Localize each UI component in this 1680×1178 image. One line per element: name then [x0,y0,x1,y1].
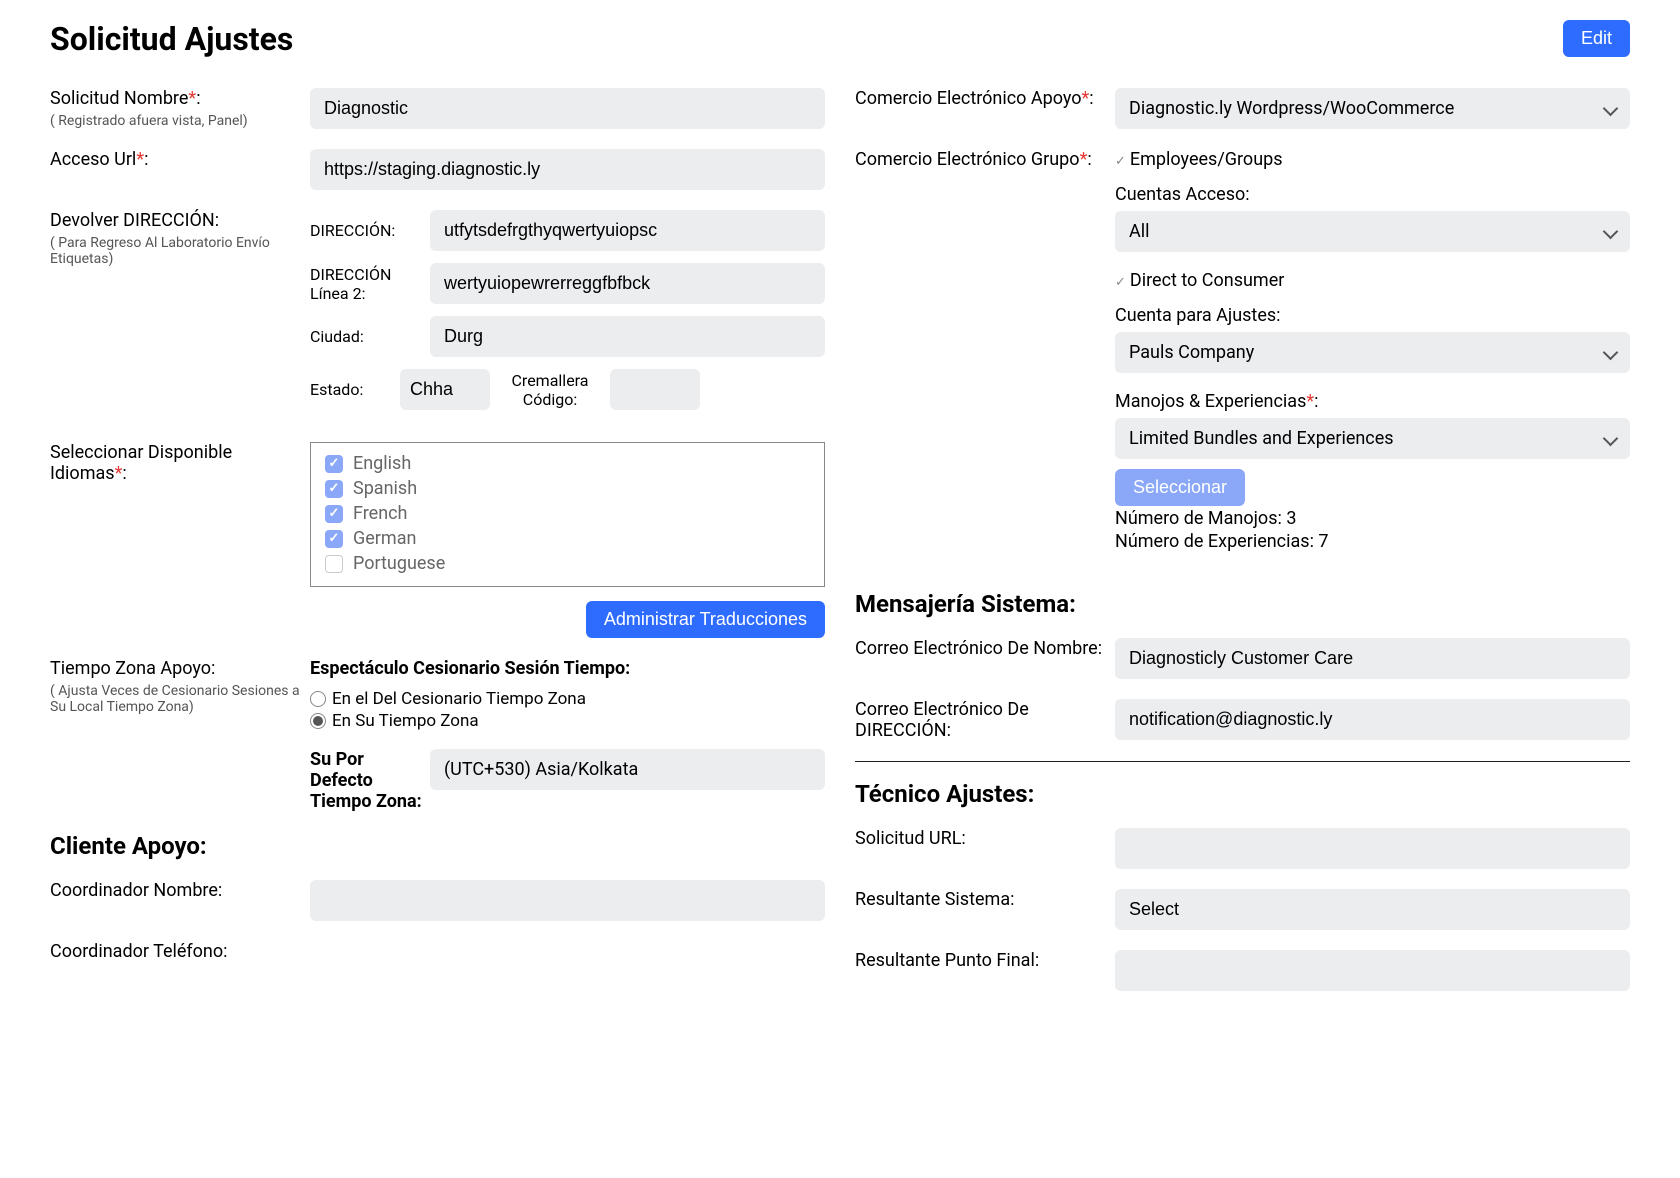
ecom-group-label: Comercio Electrónico Grupo*: [855,149,1105,170]
account-settings-label: Cuenta para Ajustes: [1115,305,1630,326]
checkbox-icon [325,530,343,548]
email-name-input[interactable] [1115,638,1630,679]
direct-to-consumer-check[interactable]: ✓Direct to Consumer [1115,270,1630,291]
show-assignee-time-heading: Espectáculo Cesionario Sesión Tiempo: [310,658,825,679]
radio-assignee-tz[interactable]: En el Del Cesionario Tiempo Zona [310,689,825,709]
checkbox-icon [325,555,343,573]
email-name-label: Correo Electrónico De Nombre: [855,638,1105,659]
manage-translations-button[interactable]: Administrar Traducciones [586,601,825,638]
accounts-access-select[interactable]: All [1115,211,1630,252]
coord-phone-label: Coordinador Teléfono: [50,941,300,962]
request-name-sub: ( Registrado afuera vista, Panel) [50,113,300,129]
ecom-support-select[interactable]: Diagnostic.ly Wordpress/WooCommerce [1115,88,1630,129]
account-settings-select[interactable]: Pauls Company [1115,332,1630,373]
chevron-down-icon [1605,342,1616,363]
resulting-endpoint-input[interactable] [1115,950,1630,991]
accounts-access-label: Cuentas Acceso: [1115,184,1630,205]
app-url-input[interactable] [1115,828,1630,869]
email-addr-input[interactable] [1115,699,1630,740]
addr1-label: DIRECCIÓN: [310,221,430,240]
checkbox-icon [325,505,343,523]
return-address-label: Devolver DIRECCIÓN: [50,210,300,231]
checkbox-icon [325,455,343,473]
city-input[interactable] [430,316,825,357]
tz-support-sub: ( Ajusta Veces de Cesionario Sesiones a … [50,683,300,715]
bundles-count: Número de Manojos: 3 [1115,508,1630,529]
return-address-sub: ( Para Regreso Al Laboratorio Envío Etiq… [50,235,300,267]
tech-settings-section: Técnico Ajustes: [855,780,1630,808]
tz-support-label: Tiempo Zona Apoyo: [50,658,300,679]
addr2-label: DIRECCIÓN Línea 2: [310,265,430,303]
radio-your-tz[interactable]: En Su Tiempo Zona [310,711,825,731]
resulting-system-input[interactable] [1115,889,1630,930]
addr2-input[interactable] [430,263,825,304]
check-icon: ✓ [1115,275,1126,290]
request-name-label: Solicitud Nombre*: [50,88,300,109]
addr1-input[interactable] [430,210,825,251]
languages-label: Seleccionar Disponible Idiomas*: [50,442,300,484]
state-label: Estado: [310,380,390,399]
city-label: Ciudad: [310,327,430,346]
access-url-label: Acceso Url*: [50,149,300,170]
app-url-label: Solicitud URL: [855,828,1105,849]
radio-icon [310,691,326,707]
zip-input[interactable] [610,369,700,410]
coord-name-label: Coordinador Nombre: [50,880,300,901]
request-name-input[interactable] [310,88,825,129]
chevron-down-icon [1605,98,1616,119]
radio-icon [310,713,326,729]
check-icon: ✓ [1115,154,1126,169]
bundles-select[interactable]: Limited Bundles and Experiences [1115,418,1630,459]
access-url-input[interactable] [310,149,825,190]
messaging-section: Mensajería Sistema: [855,590,1630,618]
lang-item-english[interactable]: English [325,453,810,474]
select-bundles-button[interactable]: Seleccionar [1115,469,1245,506]
zip-label: Cremallera Código: [500,371,600,409]
bundles-label: Manojos & Experiencias*: [1115,391,1630,412]
languages-listbox[interactable]: English Spanish French German Portuguese [310,442,825,587]
ecom-support-label: Comercio Electrónico Apoyo*: [855,88,1105,109]
lang-item-portuguese[interactable]: Portuguese [325,553,810,574]
employees-groups-check[interactable]: ✓Employees/Groups [1115,149,1630,170]
email-addr-label: Correo Electrónico De DIRECCIÓN: [855,699,1105,741]
client-support-section: Cliente Apoyo: [50,832,825,860]
state-input[interactable] [400,369,490,410]
divider [855,761,1630,762]
resulting-system-label: Resultante Sistema: [855,889,1105,910]
coord-name-input[interactable] [310,880,825,921]
resulting-endpoint-label: Resultante Punto Final: [855,950,1105,971]
chevron-down-icon [1605,428,1616,449]
chevron-down-icon [1605,221,1616,242]
lang-item-german[interactable]: German [325,528,810,549]
checkbox-icon [325,480,343,498]
default-tz-label: Su Por Defecto Tiempo Zona: [310,749,430,812]
default-tz-select[interactable]: (UTC+530) Asia/Kolkata [430,749,825,790]
lang-item-french[interactable]: French [325,503,810,524]
lang-item-spanish[interactable]: Spanish [325,478,810,499]
page-title: Solicitud Ajustes [50,20,293,58]
edit-button[interactable]: Edit [1563,20,1630,57]
experiences-count: Número de Experiencias: 7 [1115,531,1630,552]
